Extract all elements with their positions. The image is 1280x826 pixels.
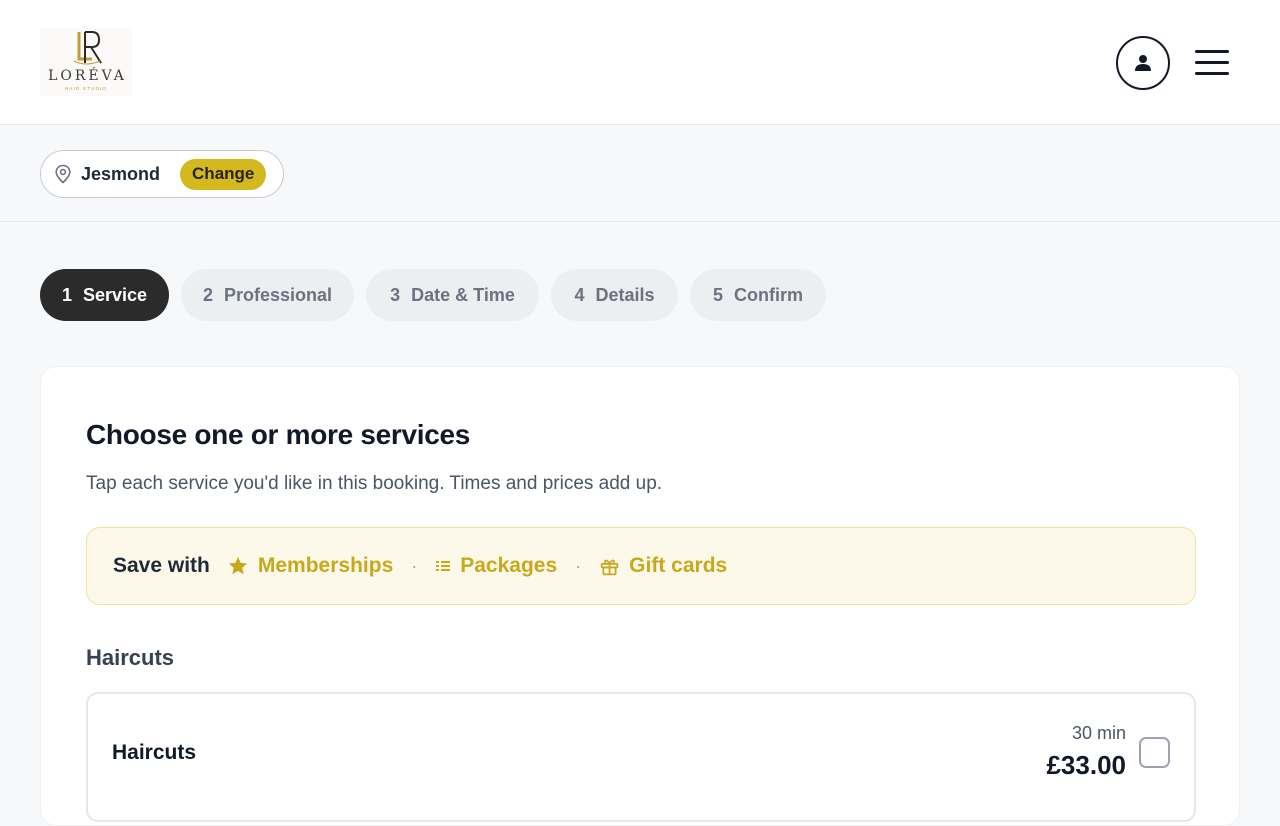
- location-selector: Jesmond Change: [40, 150, 284, 198]
- memberships-label: Memberships: [257, 554, 394, 577]
- step-label: Service: [82, 284, 148, 305]
- logo-tagline: HAIR STUDIO: [64, 86, 108, 91]
- step-number: 1: [61, 284, 72, 305]
- step-confirm[interactable]: 5 Confirm: [690, 269, 826, 321]
- logo-wordmark: LORÉVA: [48, 68, 127, 84]
- step-number: 4: [574, 284, 585, 305]
- memberships-link[interactable]: Memberships: [227, 554, 393, 578]
- step-service[interactable]: 1 Service: [40, 269, 169, 321]
- gift-cards-link[interactable]: Gift cards: [599, 554, 727, 578]
- hamburger-menu-icon: [1195, 50, 1229, 53]
- service-price: £33.00: [1046, 750, 1126, 780]
- step-label: Confirm: [734, 284, 803, 305]
- step-date-time[interactable]: 3 Date & Time: [366, 269, 539, 321]
- gift-icon: [600, 559, 619, 575]
- list-icon: [436, 561, 451, 571]
- service-checkbox[interactable]: [1139, 737, 1170, 768]
- save-options-banner: Save with Memberships · Packages · Gift …: [86, 527, 1196, 605]
- step-number: 2: [202, 284, 213, 305]
- account-button[interactable]: [1116, 36, 1170, 90]
- step-label: Details: [595, 284, 655, 305]
- save-label: Save with: [113, 554, 210, 577]
- page-subtitle: Tap each service you'd like in this book…: [86, 473, 663, 494]
- gift-cards-label: Gift cards: [629, 554, 728, 577]
- page-title: Choose one or more services: [86, 419, 471, 450]
- location-name: Jesmond: [81, 163, 161, 184]
- service-meta: 30 min £33.00: [1046, 723, 1126, 781]
- step-professional[interactable]: 2 Professional: [181, 269, 354, 321]
- step-label: Professional: [223, 284, 333, 305]
- site-header: LORÉVA HAIR STUDIO: [0, 0, 1280, 125]
- separator: ·: [411, 555, 418, 576]
- menu-button[interactable]: [1194, 48, 1230, 78]
- location-bar: Jesmond Change: [0, 125, 1280, 222]
- hamburger-line: [1195, 61, 1229, 64]
- map-pin-icon: [55, 164, 71, 184]
- separator: ·: [575, 555, 582, 576]
- star-icon: [228, 556, 248, 575]
- logo-monogram-icon: [73, 31, 102, 65]
- brand-logo[interactable]: LORÉVA HAIR STUDIO: [40, 28, 132, 96]
- packages-label: Packages: [460, 554, 558, 577]
- step-details[interactable]: 4 Details: [551, 269, 678, 321]
- service-selection-card: Choose one or more services Tap each ser…: [40, 366, 1240, 826]
- category-heading: Haircuts: [86, 645, 175, 670]
- user-icon: [1135, 55, 1151, 71]
- service-duration: 30 min: [1071, 723, 1126, 743]
- step-label: Date & Time: [411, 284, 515, 305]
- service-item[interactable]: Haircuts 30 min £33.00: [86, 692, 1196, 822]
- step-number: 3: [390, 284, 401, 305]
- packages-link[interactable]: Packages: [435, 554, 557, 578]
- change-location-button[interactable]: Change: [180, 158, 267, 190]
- step-number: 5: [712, 284, 723, 305]
- hamburger-line: [1195, 72, 1229, 75]
- service-name: Haircuts: [112, 741, 197, 764]
